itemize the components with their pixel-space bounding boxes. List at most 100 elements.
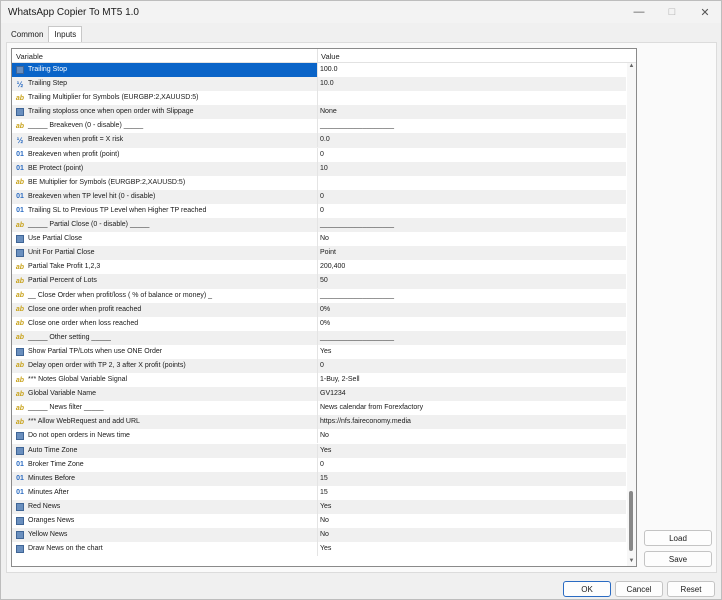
variable-value[interactable]: 200,400 (320, 263, 345, 270)
minimize-icon[interactable]: — (623, 4, 655, 20)
variable-value[interactable]: 15 (320, 489, 328, 496)
variable-value[interactable]: Point (320, 249, 336, 256)
table-row[interactable]: ab _____ News filter _____ News calendar f… (12, 401, 626, 416)
maximize-icon[interactable]: □ (656, 4, 688, 20)
variable-value[interactable]: 1-Buy, 2-Sell (320, 376, 360, 383)
vertical-scrollbar[interactable]: ▲ ▼ (627, 63, 636, 566)
table-row[interactable]: ab *** Notes Global Variable Signal 1-Buy,… (12, 373, 626, 388)
variable-value[interactable]: 0 (320, 193, 324, 200)
reset-button[interactable]: Reset (667, 581, 715, 597)
variable-value[interactable]: 10 (320, 165, 328, 172)
table-row[interactable]: ab *** Allow WebRequest and add URL https:… (12, 415, 626, 430)
table-row[interactable]: Trailing stoploss once when open order w… (12, 105, 626, 120)
tab-bar: Common Inputs (6, 26, 83, 42)
table-row[interactable]: 01 Breakeven when profit (point) 0 (12, 147, 626, 162)
variable-value[interactable]: ___________________ (320, 292, 394, 299)
table-row[interactable]: ab _____ Other setting _____ _____________… (12, 330, 626, 345)
scroll-thumb[interactable] (629, 491, 633, 551)
table-row[interactable]: ab _____ Partial Close (0 - disable) ____… (12, 218, 626, 233)
table-row[interactable]: Yellow News No (12, 528, 626, 543)
table-row[interactable]: ab __ Close Order when profit/loss ( % of… (12, 288, 626, 303)
variable-value[interactable]: Yes (320, 545, 331, 552)
column-value[interactable]: Value (321, 52, 340, 61)
table-row[interactable]: Trailing Stop 100.0 (12, 63, 626, 78)
table-row[interactable]: 01 Trailing SL to Previous TP Level when … (12, 203, 626, 218)
variable-value[interactable]: Yes (320, 447, 331, 454)
table-row[interactable]: 01 Broker Time Zone 0 (12, 457, 626, 472)
table-row[interactable]: Use Partial Close No (12, 232, 626, 247)
table-row[interactable]: Draw News on the chart Yes (12, 542, 626, 557)
variable-value[interactable]: 10.0 (320, 80, 334, 87)
close-icon[interactable]: ✕ (689, 4, 721, 20)
table-row[interactable]: Unit For Partial Close Point (12, 246, 626, 261)
variable-value[interactable]: 0 (320, 207, 324, 214)
variable-name: Breakeven when profit (point) (28, 150, 120, 158)
string-icon: ab (15, 306, 25, 314)
variable-value[interactable]: No (320, 235, 329, 242)
cancel-button[interactable]: Cancel (615, 581, 663, 597)
table-row[interactable]: 01 Minutes After 15 (12, 485, 626, 500)
table-row[interactable]: 01 BE Protect (point) 10 (12, 161, 626, 176)
table-row[interactable]: ½ Trailing Step 10.0 (12, 77, 626, 92)
variable-value[interactable]: 50 (320, 277, 328, 284)
variable-value[interactable]: 0 (320, 151, 324, 158)
variable-name: Trailing SL to Previous TP Level when Hi… (28, 206, 207, 214)
string-icon: ab (15, 418, 25, 426)
table-row[interactable]: ab Delay open order with TP 2, 3 after X … (12, 358, 626, 374)
table-row[interactable]: Do not open orders in News time No (12, 429, 626, 444)
string-icon: ab (15, 94, 25, 102)
tab-common[interactable]: Common (6, 26, 48, 42)
table-row[interactable]: 01 Breakeven when TP level hit (0 - disab… (12, 189, 626, 204)
variable-value[interactable]: News calendar from Forexfactory (320, 404, 423, 411)
variable-value[interactable]: No (320, 531, 329, 538)
table-row[interactable]: ab Partial Take Profit 1,2,3 200,400 (12, 260, 626, 275)
table-row[interactable]: ab Close one order when profit reached 0% (12, 302, 626, 317)
scroll-down-icon[interactable]: ▼ (627, 558, 636, 566)
column-variable[interactable]: Variable (16, 52, 43, 61)
enum-icon (15, 431, 25, 441)
table-row[interactable]: Oranges News No (12, 514, 626, 528)
scroll-up-icon[interactable]: ▲ (627, 63, 636, 71)
variable-value[interactable]: ___________________ (320, 221, 394, 228)
variable-name: Trailing Step (28, 80, 68, 88)
load-button[interactable]: Load (644, 530, 712, 546)
variable-value[interactable]: GV1234 (320, 390, 346, 397)
variable-value[interactable]: ___________________ (320, 122, 394, 129)
variable-value[interactable]: ___________________ (320, 334, 394, 341)
variable-value[interactable]: 0% (320, 320, 330, 327)
variable-name: Trailing Multiplier for Symbols (EURGBP:… (28, 94, 199, 102)
table-row[interactable]: ab Close one order when loss reached 0% (12, 316, 626, 331)
variable-value[interactable]: 0.0 (320, 136, 330, 143)
variable-value[interactable]: 0 (320, 461, 324, 468)
integer-icon: 01 (16, 151, 24, 159)
variable-name: Breakeven when TP level hit (0 - disable… (28, 192, 156, 200)
tab-inputs[interactable]: Inputs (48, 26, 83, 42)
table-row[interactable]: ½ Breakeven when profit = X risk 0.0 (12, 133, 626, 148)
variable-value[interactable]: Yes (320, 348, 331, 355)
ok-button[interactable]: OK (563, 581, 611, 597)
table-row[interactable]: ab Trailing Multiplier for Symbols (EURGB… (12, 91, 626, 106)
variable-value[interactable]: 0 (320, 362, 324, 369)
save-button[interactable]: Save (644, 551, 712, 567)
table-row[interactable]: Red News Yes (12, 499, 626, 514)
fraction-icon: ½ (16, 79, 24, 89)
enum-icon (15, 347, 25, 357)
variable-value[interactable]: 15 (320, 475, 328, 482)
table-row[interactable]: ab Partial Percent of Lots 50 (12, 274, 626, 289)
variable-name: Unit For Partial Close (28, 249, 95, 257)
string-icon: ab (15, 263, 25, 271)
table-row[interactable]: ab BE Multiplier for Symbols (EURGBP:2,XA… (12, 175, 626, 190)
variable-value[interactable]: 0% (320, 306, 330, 313)
variable-value[interactable]: None (320, 108, 337, 115)
variable-value[interactable]: Yes (320, 503, 331, 510)
variable-value[interactable]: No (320, 517, 329, 524)
variable-value[interactable]: No (320, 432, 329, 439)
table-row[interactable]: 01 Minutes Before 15 (12, 471, 626, 486)
table-row[interactable]: ab _____ Breakeven (0 - disable) _____ ___… (12, 119, 626, 134)
table-row[interactable]: Auto Time Zone Yes (12, 443, 626, 458)
variable-value[interactable]: https://nfs.faireconomy.media (320, 418, 411, 425)
table-row[interactable]: Show Partial TP/Lots when use ONE Order Y… (12, 344, 626, 359)
variable-value[interactable]: 100.0 (318, 63, 626, 77)
table-row[interactable]: ab Global Variable Name GV1234 (12, 387, 626, 402)
variable-name: Auto Time Zone (28, 446, 78, 454)
